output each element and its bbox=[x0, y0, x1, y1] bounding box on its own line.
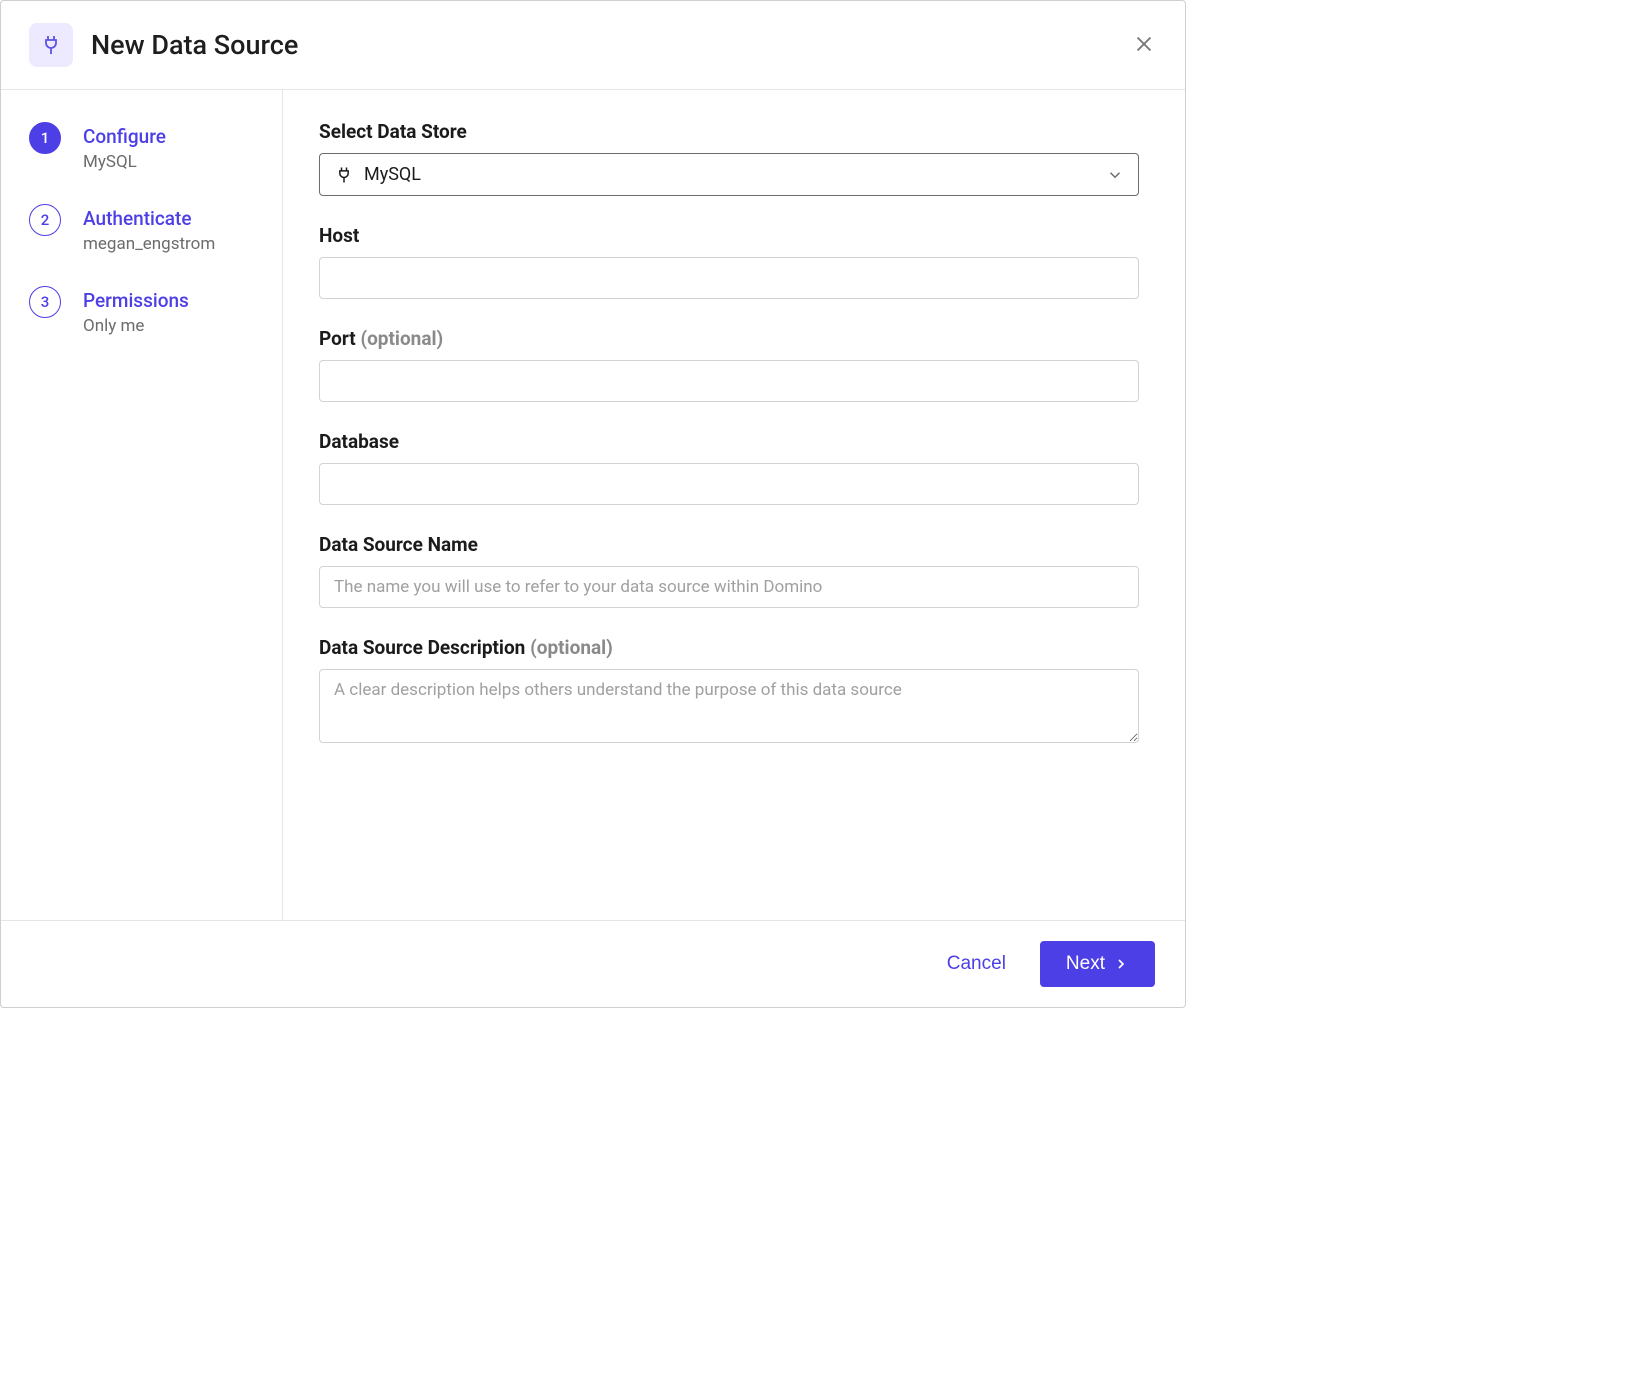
step-permissions[interactable]: 3 Permissions Only me bbox=[29, 286, 264, 336]
field-select-data-store: Select Data Store MySQL bbox=[319, 120, 1139, 196]
step-title: Configure bbox=[83, 125, 166, 148]
form-panel: Select Data Store MySQL Host Port (optio… bbox=[283, 90, 1185, 920]
step-subtitle: MySQL bbox=[83, 152, 166, 172]
data-source-description-input[interactable] bbox=[319, 669, 1139, 743]
field-host: Host bbox=[319, 224, 1139, 299]
close-icon bbox=[1133, 40, 1155, 59]
close-button[interactable] bbox=[1133, 33, 1157, 57]
optional-tag: (optional) bbox=[530, 636, 613, 659]
dialog-body: 1 Configure MySQL 2 Authenticate megan_e… bbox=[1, 90, 1185, 920]
step-title: Authenticate bbox=[83, 207, 215, 230]
dialog-footer: Cancel Next bbox=[1, 920, 1185, 1007]
step-subtitle: Only me bbox=[83, 316, 189, 336]
field-label: Port (optional) bbox=[319, 327, 1139, 350]
dialog-header: New Data Source bbox=[1, 1, 1185, 90]
plug-icon bbox=[334, 165, 354, 185]
step-marker: 1 bbox=[29, 122, 61, 154]
step-marker: 3 bbox=[29, 286, 61, 318]
next-button-label: Next bbox=[1066, 953, 1105, 975]
step-title: Permissions bbox=[83, 289, 189, 312]
data-store-select[interactable]: MySQL bbox=[319, 153, 1139, 196]
field-database: Database bbox=[319, 430, 1139, 505]
chevron-right-icon bbox=[1113, 956, 1129, 972]
database-input[interactable] bbox=[319, 463, 1139, 505]
field-label: Data Source Description (optional) bbox=[319, 636, 1139, 659]
chevron-down-icon bbox=[1106, 166, 1124, 184]
field-label: Select Data Store bbox=[319, 120, 1139, 143]
field-data-source-description: Data Source Description (optional) bbox=[319, 636, 1139, 747]
step-marker: 2 bbox=[29, 204, 61, 236]
optional-tag: (optional) bbox=[360, 327, 443, 350]
cancel-button[interactable]: Cancel bbox=[941, 945, 1012, 983]
selected-value: MySQL bbox=[364, 164, 1106, 185]
port-input[interactable] bbox=[319, 360, 1139, 402]
field-label: Data Source Name bbox=[319, 533, 1139, 556]
data-source-name-input[interactable] bbox=[319, 566, 1139, 608]
step-authenticate[interactable]: 2 Authenticate megan_engstrom bbox=[29, 204, 264, 254]
steps-sidebar: 1 Configure MySQL 2 Authenticate megan_e… bbox=[1, 90, 283, 920]
step-configure[interactable]: 1 Configure MySQL bbox=[29, 122, 264, 172]
host-input[interactable] bbox=[319, 257, 1139, 299]
step-subtitle: megan_engstrom bbox=[83, 234, 215, 254]
field-label: Host bbox=[319, 224, 1139, 247]
dialog-title: New Data Source bbox=[91, 29, 298, 61]
plug-icon bbox=[29, 23, 73, 67]
next-button[interactable]: Next bbox=[1040, 941, 1155, 987]
field-label: Database bbox=[319, 430, 1139, 453]
field-data-source-name: Data Source Name bbox=[319, 533, 1139, 608]
field-port: Port (optional) bbox=[319, 327, 1139, 402]
